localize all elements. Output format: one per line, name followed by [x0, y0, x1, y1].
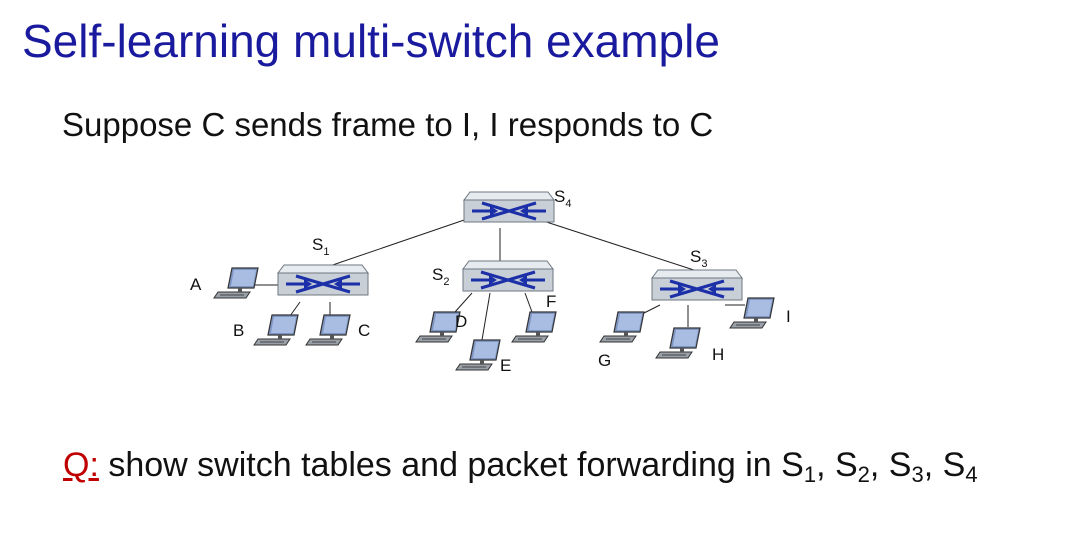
host-b-icon	[253, 314, 299, 346]
host-f-icon	[511, 311, 557, 343]
host-d-icon	[415, 311, 461, 343]
label-host-d: D	[455, 312, 467, 331]
host-g-icon	[599, 311, 645, 343]
switch-s1	[276, 263, 370, 297]
host-a-icon	[213, 267, 259, 299]
host-c-icon	[305, 314, 351, 346]
label-s4: S4	[554, 187, 571, 210]
switch-s3	[650, 268, 744, 302]
label-s1: S1	[312, 235, 329, 258]
label-host-h: H	[712, 345, 724, 364]
switch-s4	[462, 190, 556, 224]
label-host-e: E	[500, 356, 511, 375]
host-e-icon	[455, 339, 501, 371]
label-host-g: G	[598, 351, 611, 370]
label-host-a: A	[190, 275, 202, 294]
label-s3: S3	[690, 247, 707, 270]
label-s2: S2	[432, 265, 449, 288]
switch-s2	[461, 259, 555, 293]
network-diagram: S4 S1 S2 S3 A B C D E F G H I	[190, 187, 791, 375]
label-host-c: C	[358, 321, 370, 340]
host-i-icon	[729, 297, 775, 329]
label-host-f: F	[546, 292, 556, 311]
label-host-b: B	[233, 321, 244, 340]
host-h-icon	[655, 327, 701, 359]
label-host-i: I	[786, 307, 791, 326]
